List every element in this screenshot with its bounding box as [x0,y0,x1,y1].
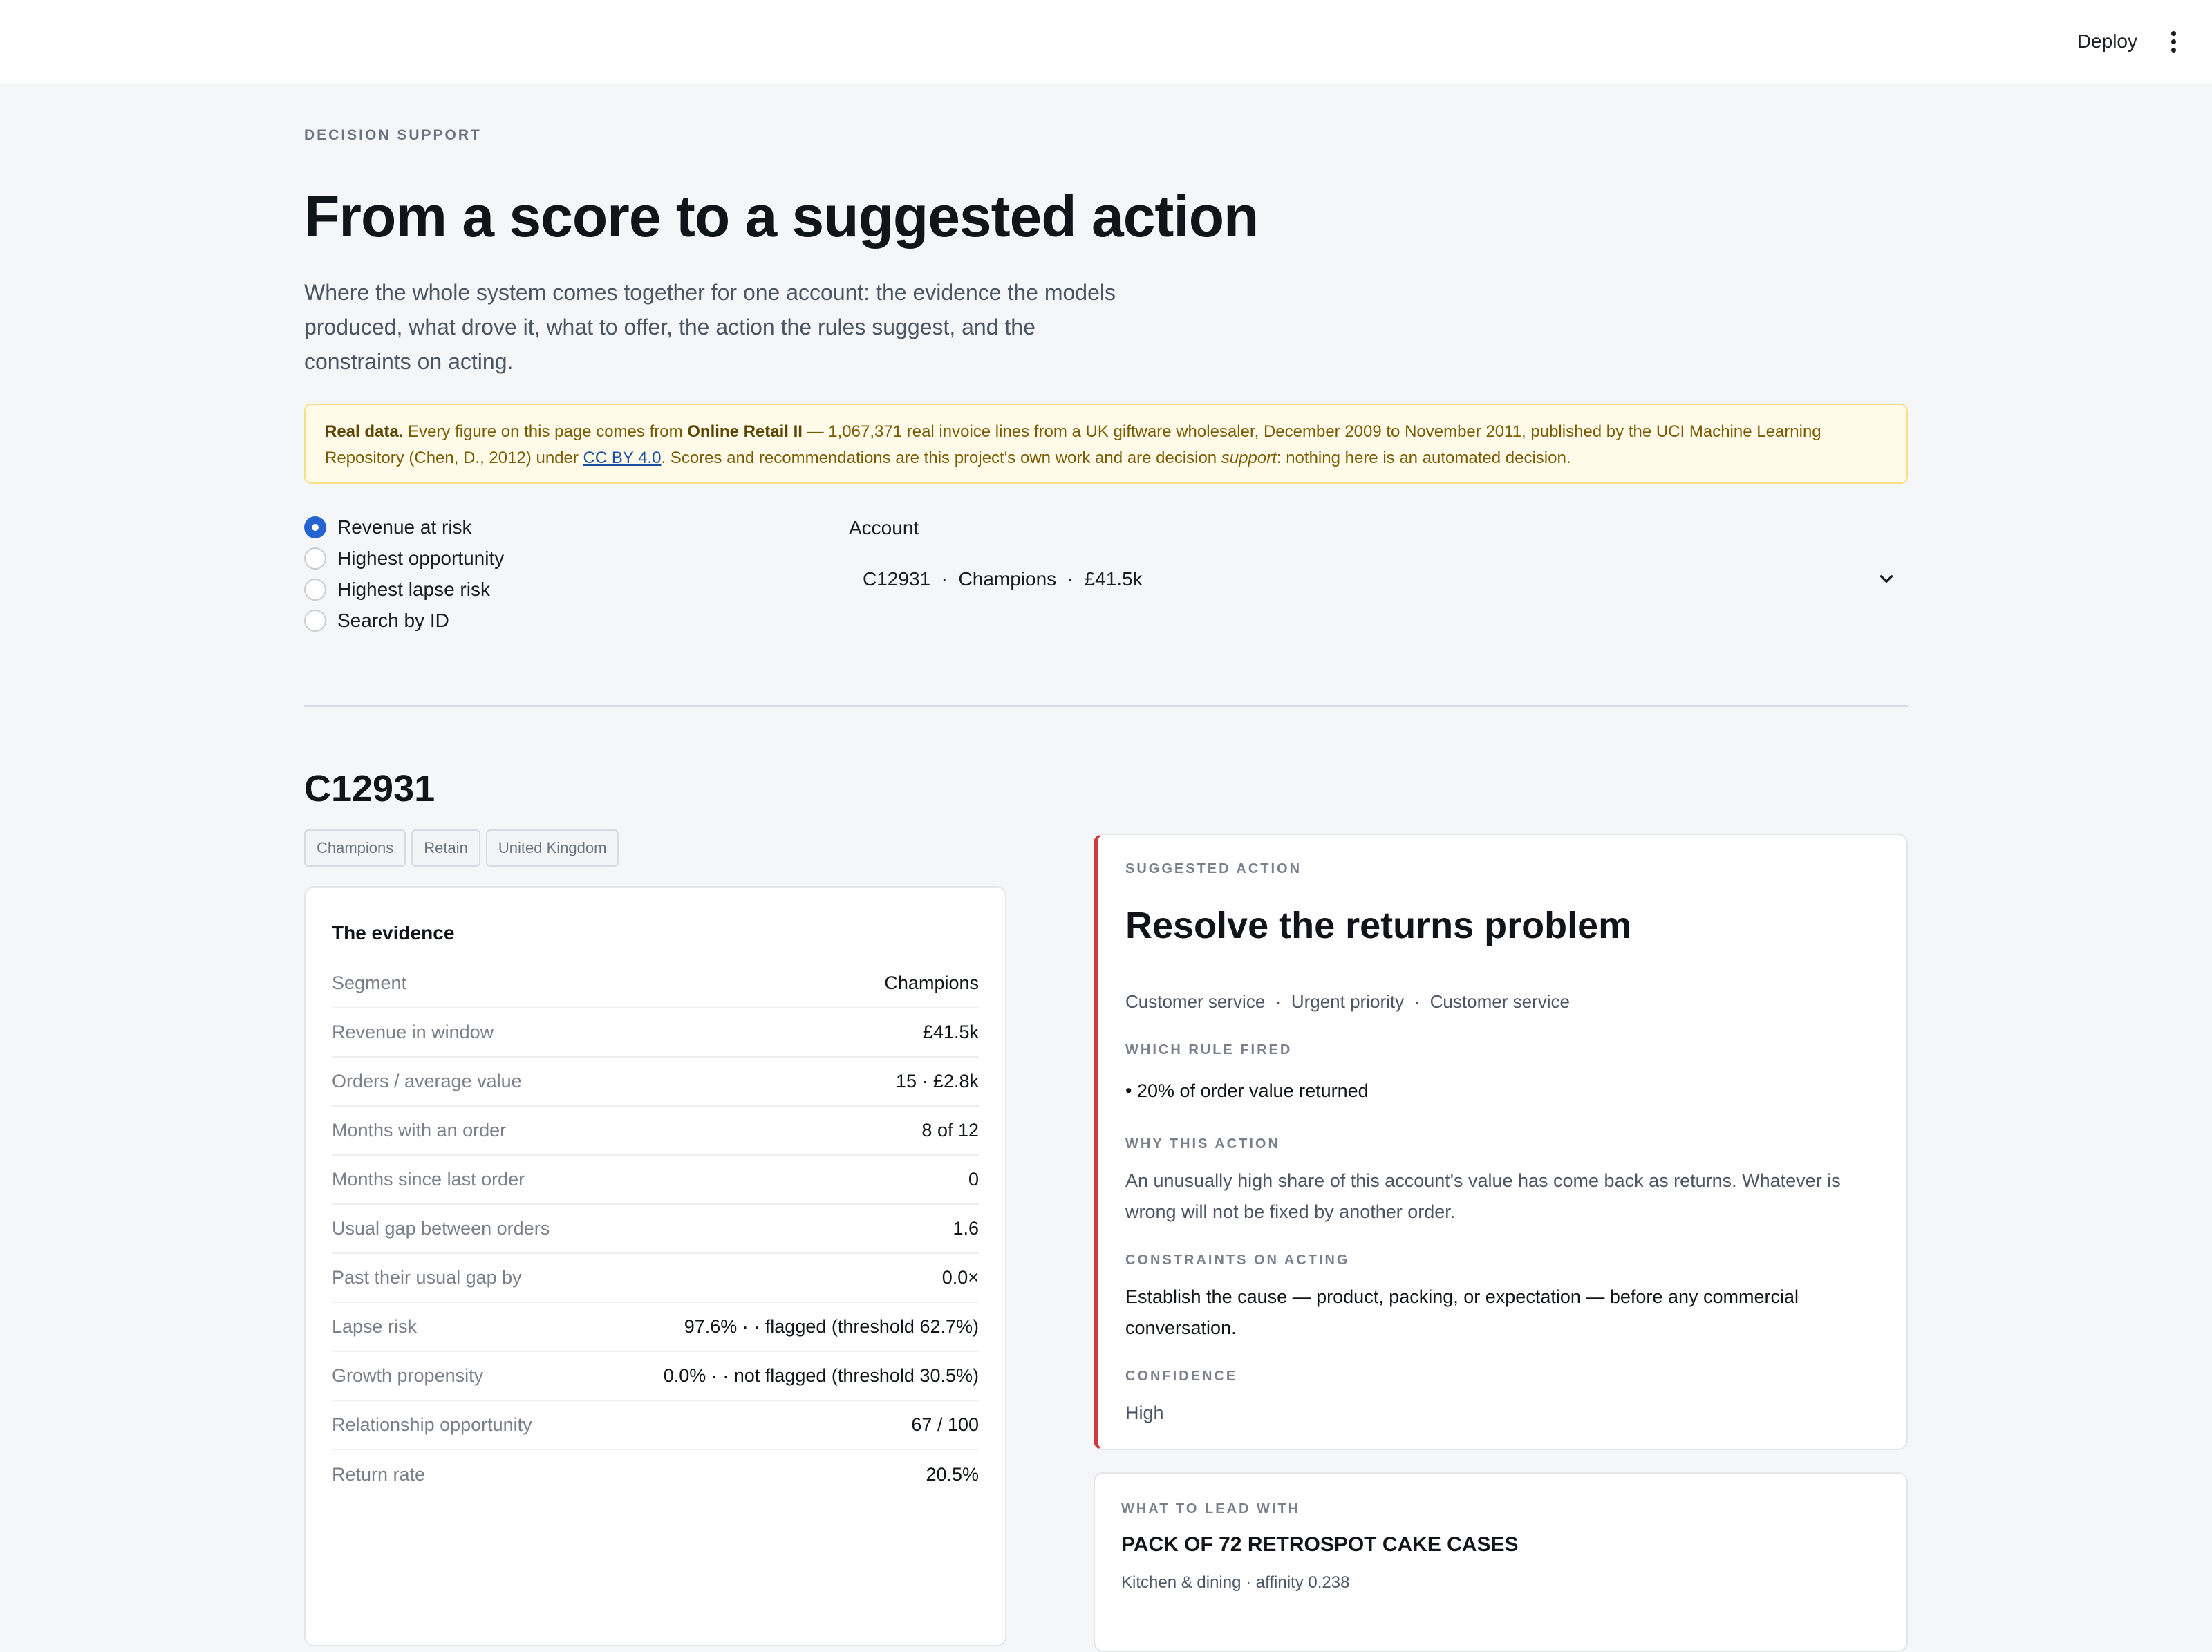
evidence-row-value: 0.0× [941,1267,979,1288]
evidence-row-value: 20.5% [926,1464,979,1485]
evidence-row-value: 67 / 100 [911,1414,979,1435]
why-text: An unusually high share of this account'… [1125,1170,1841,1222]
evidence-row: Growth propensity 0.0% · · not flagged (t… [332,1352,979,1401]
lead-detail: Kitchen & dining · affinity 0.238 [1121,1573,1350,1592]
why-label: WHY THIS ACTION [1125,1136,1280,1152]
confidence-label: CONFIDENCE [1125,1369,1238,1384]
lead-with-card: WHAT TO LEAD WITH PACK OF 72 RETROSPOT C… [1094,1472,1908,1652]
evidence-row-value: 97.6% · · flagged (threshold 62.7%) [684,1316,979,1337]
evidence-row-value: 8 of 12 [921,1120,979,1141]
radio-highest-opportunity[interactable]: Highest opportunity [304,543,504,574]
action-section-label: SUGGESTED ACTION [1125,861,1302,876]
evidence-row-label: Relationship opportunity [332,1414,532,1435]
evidence-row-label: Segment [332,973,407,993]
page-lede: Where the whole system comes together fo… [304,280,1116,374]
notice-text-1: Every figure on this page comes from [403,422,688,441]
page-title: From a score to a suggested action [304,184,1259,249]
section-divider [304,705,1908,707]
chevron-down-icon[interactable] [1877,570,1895,588]
radio-selected-icon[interactable] [304,516,326,538]
radio-unselected-icon[interactable] [304,578,326,601]
evidence-row: Months with an order 8 of 12 [332,1107,979,1156]
page-eyebrow: DECISION SUPPORT [304,127,482,143]
radio-revenue-at-risk[interactable]: Revenue at risk [304,511,504,543]
evidence-row-label: Usual gap between orders [332,1218,550,1239]
evidence-row-label: Past their usual gap by [332,1267,522,1288]
evidence-row-value: 0.0% · · not flagged (threshold 30.5%) [663,1365,979,1386]
notice-lead: Real data. [325,422,404,441]
evidence-row: Months since last order 0 [332,1156,979,1205]
notice-text-3: . Scores and recommendations are this pr… [661,449,1221,467]
action-title: Resolve the returns problem [1125,905,1632,946]
radio-label: Highest lapse risk [337,578,490,600]
evidence-row: Orders / average value 15 · £2.8k [332,1058,979,1107]
license-link[interactable]: CC BY 4.0 [583,449,662,467]
account-tags: Champions Retain United Kingdom [304,829,619,867]
evidence-row: Usual gap between orders 1.6 [332,1205,979,1254]
evidence-row-value: 15 · £2.8k [895,1071,979,1091]
evidence-row-value: Champions [884,973,979,993]
data-notice: Real data. Every figure on this page com… [304,404,1908,484]
evidence-row-value: 0 [968,1169,979,1190]
evidence-row-label: Return rate [332,1464,426,1485]
radio-highest-lapse-risk[interactable]: Highest lapse risk [304,574,504,605]
account-id: C12931 [304,768,435,809]
evidence-title: The evidence [332,922,455,944]
evidence-row: Return rate 20.5% [332,1450,979,1499]
radio-unselected-icon[interactable] [304,609,326,632]
evidence-row-label: Lapse risk [332,1316,418,1337]
evidence-row: Segment Champions [332,959,979,1008]
radio-label: Revenue at risk [337,516,472,538]
deploy-button[interactable]: Deploy [2077,30,2137,53]
rule-fired: • 20% of order value returned [1125,1080,1369,1101]
account-select-value: C12931 · Champions · £41.5k [863,568,1143,590]
constraints-label: CONSTRAINTS ON ACTING [1125,1252,1350,1268]
radio-unselected-icon[interactable] [304,547,326,570]
evidence-row: Relationship opportunity 67 / 100 [332,1401,979,1450]
confidence-value: High [1125,1402,1164,1423]
notice-emphasis: support [1221,449,1277,467]
account-select[interactable]: C12931 · Champions · £41.5k [849,553,1908,606]
action-meta: Customer service · Urgent priority · Cus… [1125,991,1570,1012]
evidence-row: Past their usual gap by 0.0× [332,1254,979,1303]
notice-source: Online Retail II [687,422,803,441]
radio-search-by-id[interactable]: Search by ID [304,605,504,636]
notice-text-4: : nothing here is an automated decision. [1276,449,1571,467]
tag-segment: Champions [304,829,406,867]
evidence-row-label: Months with an order [332,1120,507,1141]
top-bar: Deploy [0,0,2212,83]
lead-product: PACK OF 72 RETROSPOT CAKE CASES [1121,1533,1519,1556]
suggested-action-card: SUGGESTED ACTION Resolve the returns pro… [1094,834,1908,1450]
evidence-table: Segment Champions Revenue in window £41.5k O… [332,959,979,1499]
evidence-row: Lapse risk 97.6% · · flagged (threshold 6… [332,1303,979,1352]
evidence-row-label: Growth propensity [332,1365,484,1386]
rule-label: WHICH RULE FIRED [1125,1042,1293,1058]
evidence-row-label: Orders / average value [332,1071,522,1091]
radio-label: Search by ID [337,609,449,631]
evidence-row-label: Revenue in window [332,1022,494,1042]
ranking-radio-group: Revenue at risk Highest opportunity High… [304,511,504,636]
evidence-card: The evidence Segment Champions Revenue in … [304,886,1006,1646]
tag-country: United Kingdom [485,829,619,867]
evidence-row: Revenue in window £41.5k [332,1008,979,1058]
account-select-label: Account [849,517,919,538]
evidence-row-value: 1.6 [953,1218,979,1239]
kebab-menu-icon[interactable] [2165,28,2182,55]
constraints-text: Establish the cause — product, packing, … [1125,1286,1799,1338]
evidence-row-label: Months since last order [332,1169,525,1190]
radio-label: Highest opportunity [337,547,505,569]
tag-strategy: Retain [411,829,480,867]
evidence-row-value: £41.5k [922,1022,979,1042]
lead-section-label: WHAT TO LEAD WITH [1121,1501,1301,1517]
